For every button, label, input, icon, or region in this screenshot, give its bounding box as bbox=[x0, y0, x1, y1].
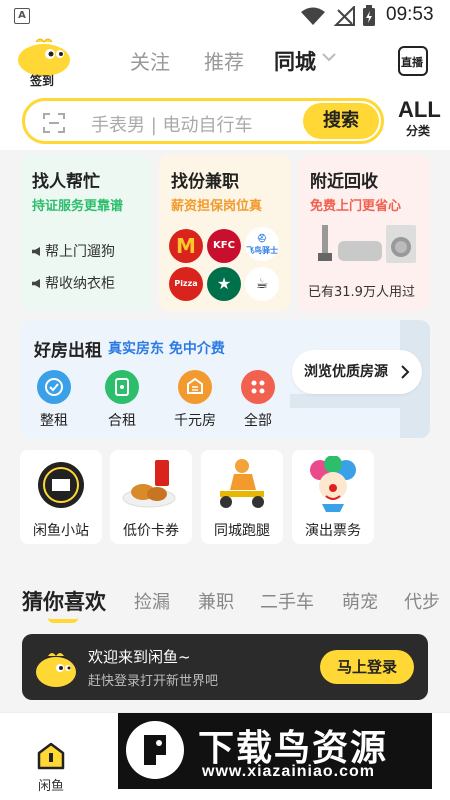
starbucks-logo: ★ bbox=[207, 267, 241, 301]
tab-local[interactable]: 同城 bbox=[274, 46, 316, 76]
rent-whole-button[interactable]: 整租 bbox=[30, 370, 78, 430]
fish-mascot-icon bbox=[36, 653, 76, 687]
tab-parttime[interactable]: 兼职 bbox=[198, 588, 234, 614]
tab-recommend[interactable]: 推荐 bbox=[204, 46, 244, 75]
help-item[interactable]: 帮上门遛狗 bbox=[32, 241, 115, 261]
login-subtitle: 赶快登录打开新世界吧 bbox=[88, 674, 219, 689]
delivery-logo: ⛑ 飞鸟驿士 bbox=[245, 227, 279, 261]
tab-bargain[interactable]: 捡漏 bbox=[134, 588, 170, 614]
service-tickets-label: 演出票务 bbox=[305, 523, 361, 539]
search-bar[interactable]: 手表男 | 电动自行车 搜索 bbox=[22, 98, 384, 144]
battery-icon bbox=[363, 5, 375, 26]
pizzahut-logo: Pizza bbox=[169, 267, 203, 301]
search-input[interactable]: 手表男 | 电动自行车 bbox=[91, 111, 253, 137]
service-tickets[interactable]: 演出票务 bbox=[292, 450, 374, 544]
card-recycle-users: 已有31.9万人用过 bbox=[308, 285, 415, 300]
search-button[interactable]: 搜索 bbox=[303, 103, 379, 139]
door-icon bbox=[105, 370, 139, 404]
scan-icon[interactable] bbox=[43, 112, 65, 134]
live-broadcast-button[interactable]: 直播 bbox=[398, 46, 428, 76]
notification-icon: A bbox=[14, 8, 30, 24]
service-errand[interactable]: 同城跑腿 bbox=[201, 450, 283, 544]
wifi-icon bbox=[301, 7, 325, 25]
status-bar: A 09:53 bbox=[0, 0, 450, 32]
rent-shared-button[interactable]: 合租 bbox=[98, 370, 146, 430]
all-label: ALL bbox=[398, 97, 441, 122]
grid-icon bbox=[241, 370, 275, 404]
card-help[interactable]: 找人帮忙 持证服务更靠谱 帮上门遛狗 帮收纳衣柜 bbox=[20, 155, 152, 311]
station-icon bbox=[38, 462, 84, 508]
home-icon bbox=[37, 742, 65, 770]
browse-listings-button[interactable]: 浏览优质房源 bbox=[292, 350, 422, 394]
service-station-label: 闲鱼小站 bbox=[33, 523, 89, 539]
live-label: 直播 bbox=[401, 56, 423, 69]
delivery-scooter-icon bbox=[220, 459, 264, 508]
card-help-title: 找人帮忙 bbox=[32, 172, 100, 192]
rent-budget-label: 千元房 bbox=[174, 413, 216, 429]
card-parttime-subtitle: 薪资担保岗位真 bbox=[171, 199, 263, 214]
signal-icon bbox=[334, 6, 355, 26]
checkin-button[interactable]: 签到 bbox=[16, 36, 72, 90]
rent-whole-label: 整租 bbox=[40, 413, 68, 429]
rent-all-button[interactable]: 全部 bbox=[234, 370, 282, 430]
appliances-image bbox=[318, 225, 416, 263]
rent-banner[interactable]: 好房出租 真实房东 免中介费 整租 合租 千元房 全部 浏览优质房源 bbox=[20, 320, 430, 438]
speaker-icon bbox=[32, 279, 40, 288]
mcdonalds-logo: M bbox=[169, 229, 203, 263]
kfc-logo: KFC bbox=[207, 229, 241, 263]
card-parttime[interactable]: 找份兼职 薪资担保岗位真 M KFC ⛑ 飞鸟驿士 Pizza ★ ☕ bbox=[159, 155, 291, 311]
header: 签到 关注 推荐 同城 直播 手表男 | 电动自行车 搜索 ALL 分类 bbox=[0, 32, 450, 150]
help-item[interactable]: 帮收纳衣柜 bbox=[32, 273, 115, 293]
login-title: 欢迎来到闲鱼~ bbox=[88, 648, 191, 666]
all-categories-button[interactable]: ALL 分类 bbox=[398, 97, 441, 139]
nav-home[interactable]: 闲鱼 bbox=[21, 741, 81, 794]
login-button[interactable]: 马上登录 bbox=[320, 650, 414, 684]
card-recycle-subtitle: 免费上门更省心 bbox=[310, 199, 402, 214]
watermark-url: www.xiazainiao.com bbox=[202, 763, 376, 780]
hey-logo: ☕ bbox=[245, 267, 279, 301]
check-icon bbox=[37, 370, 71, 404]
rent-subtitle: 真实房东 免中介费 bbox=[108, 341, 225, 357]
feed-tabs: 猜你喜欢 捡漏 兼职 二手车 萌宠 代步 bbox=[0, 560, 450, 630]
tab-follow[interactable]: 关注 bbox=[130, 46, 170, 75]
watermark-logo bbox=[126, 721, 184, 779]
clock: 09:53 bbox=[386, 4, 434, 25]
categories-label: 分类 bbox=[405, 124, 430, 138]
tab-transport[interactable]: 代步 bbox=[404, 588, 450, 614]
card-parttime-title: 找份兼职 bbox=[171, 172, 239, 192]
service-station[interactable]: 闲鱼小站 bbox=[20, 450, 102, 544]
watermark-overlay: 下载鸟资源 www.xiazainiao.com bbox=[118, 713, 432, 789]
rent-all-label: 全部 bbox=[244, 413, 272, 429]
card-recycle-title: 附近回收 bbox=[310, 172, 378, 192]
card-help-subtitle: 持证服务更靠谱 bbox=[32, 199, 124, 214]
login-banner: 欢迎来到闲鱼~ 赶快登录打开新世界吧 马上登录 bbox=[22, 634, 428, 700]
service-coupons[interactable]: 低价卡券 bbox=[110, 450, 192, 544]
rent-budget-button[interactable]: 千元房 bbox=[166, 370, 224, 430]
service-coupons-label: 低价卡券 bbox=[123, 523, 179, 539]
tab-usedcar[interactable]: 二手车 bbox=[260, 588, 314, 614]
fish-mascot-icon bbox=[18, 38, 70, 76]
checkin-label: 签到 bbox=[30, 74, 55, 88]
nav-home-label: 闲鱼 bbox=[37, 779, 64, 794]
card-recycle[interactable]: 附近回收 免费上门更省心 已有31.9万人用过 bbox=[298, 155, 430, 311]
food-icon bbox=[122, 460, 176, 508]
service-errand-label: 同城跑腿 bbox=[214, 523, 270, 539]
tab-guess[interactable]: 猜你喜欢 bbox=[22, 586, 106, 616]
clown-icon bbox=[310, 456, 356, 512]
chevron-down-icon[interactable] bbox=[322, 52, 336, 62]
tab-pets[interactable]: 萌宠 bbox=[342, 588, 378, 614]
active-tab-indicator bbox=[48, 618, 78, 623]
speaker-icon bbox=[32, 247, 40, 256]
money-icon bbox=[178, 370, 212, 404]
rent-shared-label: 合租 bbox=[108, 413, 136, 429]
chevron-right-icon bbox=[401, 365, 410, 379]
rent-title: 好房出租 bbox=[34, 341, 102, 361]
